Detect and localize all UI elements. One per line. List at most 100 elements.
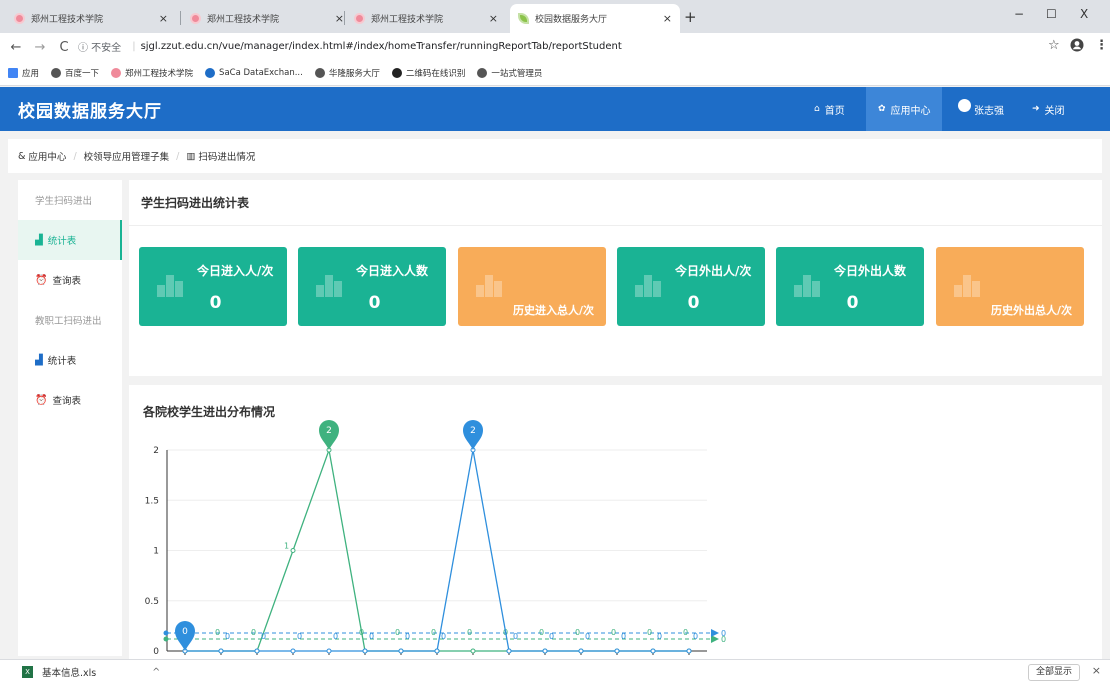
stats-title: 学生扫码进出统计表 bbox=[129, 180, 1102, 226]
data-point bbox=[254, 648, 260, 654]
data-label: 0 bbox=[657, 632, 662, 641]
bookmark-label: 百度一下 bbox=[65, 69, 100, 79]
tab-close-icon[interactable]: × bbox=[335, 12, 344, 25]
stat-card-label: 今日外出人/次 bbox=[675, 264, 752, 278]
share-icon: & bbox=[18, 150, 26, 162]
bookmark-item[interactable]: 一站式管理员 bbox=[477, 67, 542, 79]
sidebar-item-staff-stats[interactable]: ▟ 统计表 bbox=[18, 340, 122, 380]
bookmark-item[interactable]: 百度一下 bbox=[51, 67, 99, 79]
minimize-button[interactable]: − bbox=[1014, 7, 1024, 21]
data-label: 0 bbox=[585, 632, 590, 641]
tab-close-icon[interactable]: × bbox=[663, 12, 672, 25]
data-label: 0 bbox=[359, 628, 364, 637]
stat-card: 今日进入人/次 0 bbox=[139, 247, 287, 326]
sidebar-group-student: 学生扫码进出 bbox=[18, 180, 122, 220]
bookmark-item[interactable]: 应用 bbox=[8, 67, 39, 79]
new-tab-button[interactable]: + bbox=[684, 8, 697, 26]
data-label: 0 bbox=[441, 632, 446, 641]
sidebar-item-student-query[interactable]: ⏰ 查询表 bbox=[18, 260, 122, 300]
nav-home-label: 首页 bbox=[824, 105, 845, 117]
chevron-up-icon[interactable]: ^ bbox=[152, 667, 160, 678]
data-label: 1 bbox=[284, 542, 289, 551]
breadcrumb-item-leader-apps[interactable]: 校领导应用管理子集 bbox=[84, 149, 170, 163]
star-icon[interactable]: ☆ bbox=[1048, 38, 1060, 53]
data-label: 0 bbox=[405, 632, 410, 641]
browser-tab-active[interactable]: 校园数据服务大厅 × bbox=[510, 4, 680, 33]
forward-button[interactable]: → bbox=[32, 40, 48, 55]
download-bar: X 基本信息.xls ^ 全部显示 × bbox=[0, 659, 1110, 684]
breadcrumb: & 应用中心 / 校领导应用管理子集 / ▥ 扫码进出情况 bbox=[8, 139, 1102, 173]
maximize-button[interactable]: ☐ bbox=[1046, 7, 1057, 21]
tab-close-icon[interactable]: × bbox=[159, 12, 168, 25]
nav-app-center[interactable]: ✿ 应用中心 bbox=[866, 87, 942, 131]
data-label: 0 bbox=[683, 628, 688, 637]
distribution-chart: 00.511.52000 010 0 0 0 0 0 0 0 0 00 0 0 0 0 0 0 0 0 0 0 0 002 2 bbox=[145, 420, 726, 657]
bookmark-label: 应用 bbox=[22, 69, 40, 79]
browser-tab-3[interactable]: 郑州工程技术学院 × bbox=[346, 4, 506, 33]
data-label: 0 bbox=[467, 628, 472, 637]
tab-title: 郑州工程技术学院 bbox=[371, 15, 444, 25]
chart-small-icon: ▥ bbox=[186, 150, 196, 162]
url-text[interactable]: sjgl.zzut.edu.cn/vue/manager/index.html#… bbox=[141, 41, 622, 52]
markline-start-dot bbox=[163, 630, 169, 636]
download-item[interactable]: X 基本信息.xls ^ bbox=[22, 665, 160, 679]
home-icon: ⌂ bbox=[814, 104, 820, 114]
back-button[interactable]: ← bbox=[8, 40, 24, 55]
app-header: 校园数据服务大厅 ⌂ 首页 ✿ 应用中心 张志强 ➜ 关闭 bbox=[0, 87, 1110, 131]
data-label: 0 bbox=[251, 628, 256, 637]
bookmark-item[interactable]: 华隆服务大厅 bbox=[314, 67, 380, 79]
insecure-label[interactable]: ⓘ 不安全 bbox=[78, 39, 121, 54]
close-window-button[interactable]: X bbox=[1080, 7, 1088, 21]
bookmark-item[interactable]: 郑州工程技术学院 bbox=[111, 67, 193, 79]
stat-card-label: 历史进入总人/次 bbox=[512, 304, 594, 317]
bookmark-label: SaCa DataExchan... bbox=[219, 68, 303, 78]
sidebar-item-label: 查询表 bbox=[52, 396, 81, 407]
profile-icon[interactable] bbox=[1070, 38, 1084, 56]
tab-title: 郑州工程技术学院 bbox=[31, 15, 104, 25]
nav-user[interactable]: 张志强 bbox=[958, 87, 1018, 131]
sidebar: 学生扫码进出 ▟ 统计表 ⏰ 查询表 教职工扫码进出 ▟ 统计表 ⏰ 查询表 bbox=[18, 180, 122, 656]
data-point bbox=[506, 648, 512, 654]
download-close-icon[interactable]: × bbox=[1092, 664, 1101, 677]
data-point bbox=[290, 648, 296, 654]
bookmark-icon bbox=[391, 68, 402, 78]
nav-logout-label: 关闭 bbox=[1044, 105, 1065, 117]
school-favicon-icon bbox=[14, 13, 25, 24]
nav-home[interactable]: ⌂ 首页 bbox=[810, 87, 862, 131]
data-point bbox=[686, 648, 692, 654]
bookmark-icon bbox=[111, 68, 122, 78]
clock-icon: ⏰ bbox=[35, 274, 48, 286]
breadcrumb-item-app-center[interactable]: 应用中心 bbox=[28, 149, 66, 163]
sidebar-group-label: 学生扫码进出 bbox=[35, 196, 93, 207]
browser-tab-2[interactable]: 郑州工程技术学院 × bbox=[182, 4, 352, 33]
show-all-button[interactable]: 全部显示 bbox=[1027, 664, 1080, 681]
data-point bbox=[542, 648, 548, 654]
download-filename[interactable]: 基本信息.xls bbox=[42, 665, 96, 679]
stat-card: 今日外出人/次 0 bbox=[617, 247, 765, 326]
browser-tab-1[interactable]: 郑州工程技术学院 × bbox=[6, 4, 176, 33]
nav-app-center-label: 应用中心 bbox=[890, 105, 931, 117]
data-point bbox=[362, 648, 368, 654]
sidebar-item-staff-query[interactable]: ⏰ 查询表 bbox=[18, 380, 122, 420]
nav-logout[interactable]: ➜ 关闭 bbox=[1032, 87, 1082, 131]
bookmark-label: 一站式管理员 bbox=[491, 69, 543, 79]
stat-card: 历史外出总人/次 bbox=[936, 247, 1084, 326]
url-field[interactable]: ⓘ 不安全 | sjgl.zzut.edu.cn/vue/manager/ind… bbox=[78, 36, 1038, 57]
data-label: 0 bbox=[395, 628, 400, 637]
stat-card-value: 0 bbox=[209, 293, 222, 313]
data-point bbox=[470, 648, 476, 654]
reload-button[interactable]: C bbox=[56, 40, 72, 55]
bar-chart-icon: ▟ bbox=[35, 234, 43, 246]
bookmark-icon bbox=[8, 68, 18, 78]
sidebar-item-label: 查询表 bbox=[52, 276, 81, 287]
sidebar-item-student-stats[interactable]: ▟ 统计表 bbox=[18, 220, 122, 260]
bar-chart-icon bbox=[954, 267, 984, 297]
menu-icon[interactable]: ⋮ bbox=[1095, 38, 1108, 53]
markline-label: 0 bbox=[721, 629, 726, 638]
tab-close-icon[interactable]: × bbox=[489, 12, 498, 25]
data-label: 0 bbox=[215, 628, 220, 637]
data-point bbox=[218, 648, 224, 654]
data-label: 0 bbox=[575, 628, 580, 637]
bookmark-item[interactable]: 二维码在线识别 bbox=[391, 67, 465, 79]
bookmark-item[interactable]: SaCa DataExchan... bbox=[205, 68, 303, 78]
